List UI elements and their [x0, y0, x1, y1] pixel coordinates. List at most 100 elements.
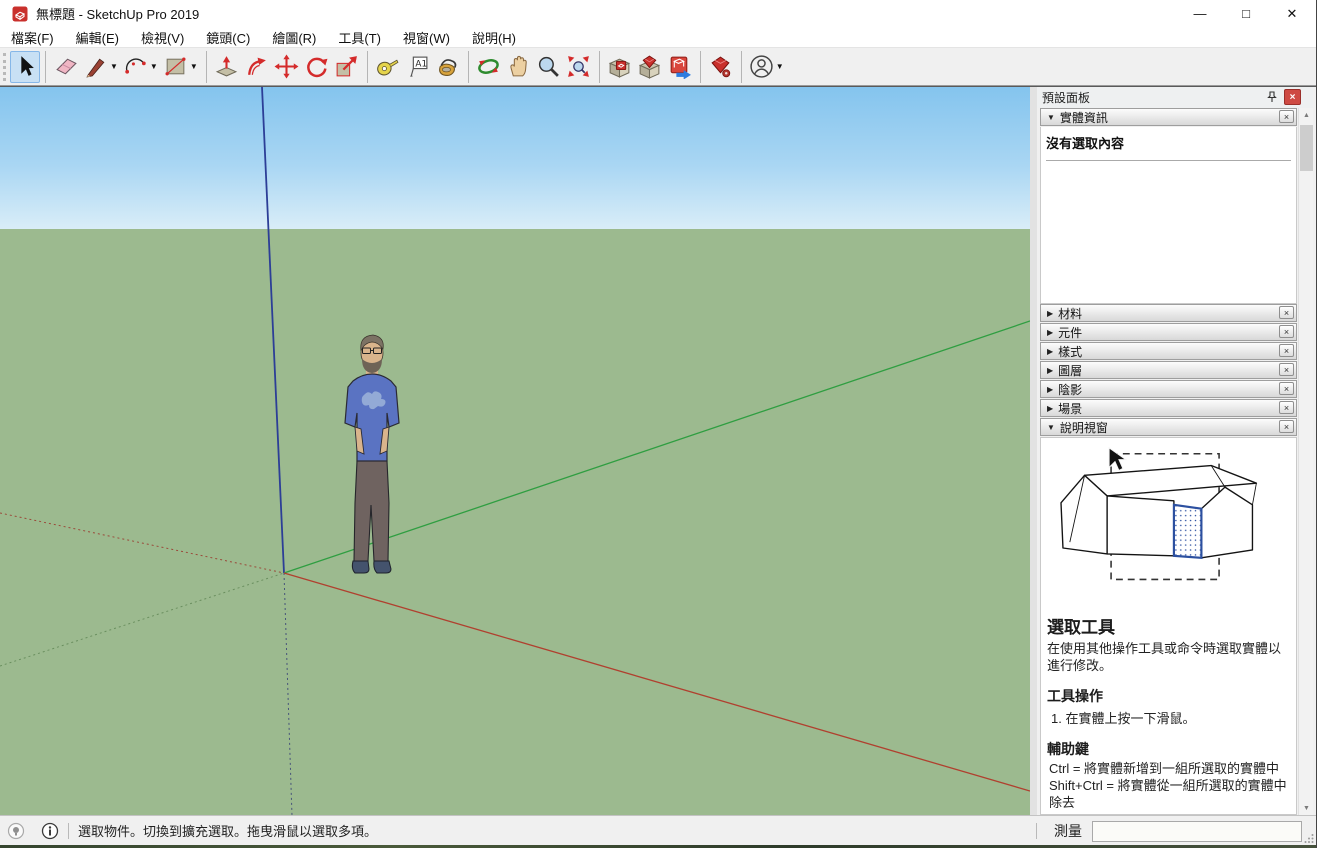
sketchup-window: 無標題 - SketchUp Pro 2019 — □ ✕ 檔案(F) 編輯(E… [0, 0, 1317, 848]
account-dropdown[interactable]: ▼ [776, 62, 784, 71]
section-layers[interactable]: ▶ 圖層 × [1040, 361, 1297, 379]
text-tool-button[interactable]: A1 [403, 51, 433, 83]
section-materials-label: 材料 [1058, 305, 1082, 322]
section-scenes-label: 場景 [1058, 400, 1082, 417]
scroll-up-icon[interactable]: ▲ [1299, 108, 1314, 123]
rectangle-tool-button[interactable] [161, 51, 191, 83]
3d-warehouse-button[interactable] [605, 51, 635, 83]
figure-left-shoe [352, 561, 369, 573]
3d-warehouse-icon [607, 54, 632, 79]
section-close-icon[interactable]: × [1279, 110, 1294, 123]
scale-tool-button[interactable] [332, 51, 362, 83]
eraser-tool-button[interactable] [51, 51, 81, 83]
section-close-icon[interactable]: × [1279, 363, 1294, 376]
toolbar-drag-handle[interactable] [3, 53, 6, 81]
zoom-extents-icon [566, 54, 591, 79]
tape-measure-tool-button[interactable] [373, 51, 403, 83]
zoom-extents-tool-button[interactable] [564, 51, 594, 83]
share-model-button[interactable] [665, 51, 695, 83]
select-cursor-icon [13, 54, 38, 79]
scroll-down-icon[interactable]: ▼ [1299, 801, 1314, 816]
section-components[interactable]: ▶ 元件 × [1040, 323, 1297, 341]
maximize-button[interactable]: □ [1223, 0, 1269, 27]
account-button[interactable] [747, 51, 777, 83]
tray-title: 預設面板 [1042, 89, 1090, 106]
section-close-icon[interactable]: × [1279, 325, 1294, 338]
resize-grip[interactable] [1304, 833, 1314, 843]
section-close-icon[interactable]: × [1279, 344, 1294, 357]
section-components-label: 元件 [1058, 324, 1082, 341]
instructor-modifiers-heading: 輔助鍵 [1047, 739, 1292, 759]
green-axis-negative [0, 573, 284, 666]
status-message: 選取物件。切換到擴充選取。拖曳滑鼠以選取多項。 [78, 821, 377, 840]
menu-edit[interactable]: 編輯(E) [65, 26, 130, 49]
menu-tools[interactable]: 工具(T) [327, 26, 392, 49]
move-tool-button[interactable] [272, 51, 302, 83]
menu-camera[interactable]: 鏡頭(C) [195, 26, 261, 49]
figure-right-shoe [374, 561, 391, 573]
close-button[interactable]: ✕ [1269, 0, 1315, 27]
modeling-viewport[interactable] [0, 86, 1030, 815]
zoom-tool-button[interactable] [534, 51, 564, 83]
section-instructor[interactable]: ▼ 說明視窗 × [1040, 418, 1297, 436]
window-title: 無標題 - SketchUp Pro 2019 [36, 4, 199, 23]
scrollbar-thumb[interactable] [1300, 125, 1313, 171]
section-styles[interactable]: ▶ 樣式 × [1040, 342, 1297, 360]
tray-close-button[interactable]: × [1284, 89, 1301, 105]
geolocation-icon[interactable] [7, 822, 25, 840]
paint-bucket-tool-button[interactable] [433, 51, 463, 83]
pushpull-icon [214, 54, 239, 79]
collapsed-arrow-icon: ▶ [1047, 347, 1053, 356]
extension-manager-button[interactable] [706, 51, 736, 83]
section-entity-info[interactable]: ▼ 實體資訊 × [1040, 108, 1297, 126]
rotate-tool-button[interactable] [302, 51, 332, 83]
line-tool-button[interactable] [81, 51, 111, 83]
instructor-modifier-ctrl: Ctrl = 將實體新增到一組所選取的實體中 [1049, 761, 1292, 778]
blue-axis [262, 87, 284, 573]
followme-tool-button[interactable] [242, 51, 272, 83]
section-close-icon[interactable]: × [1279, 401, 1294, 414]
menu-window[interactable]: 視窗(W) [392, 26, 461, 49]
paint-bucket-icon [435, 54, 460, 79]
extension-warehouse-button[interactable] [635, 51, 665, 83]
menu-view[interactable]: 檢視(V) [130, 26, 195, 49]
line-tool-dropdown[interactable]: ▼ [110, 62, 118, 71]
section-scenes[interactable]: ▶ 場景 × [1040, 399, 1297, 417]
tray-title-bar[interactable]: 預設面板 × [1037, 87, 1313, 108]
select-tool-button[interactable] [10, 51, 40, 83]
expanded-arrow-icon: ▼ [1047, 423, 1055, 432]
minimize-button[interactable]: — [1177, 0, 1223, 27]
section-close-icon[interactable]: × [1279, 306, 1294, 319]
eraser-icon [54, 54, 79, 79]
pencil-icon [84, 54, 109, 79]
pan-hand-icon [506, 54, 531, 79]
collapsed-arrow-icon: ▶ [1047, 404, 1053, 413]
instructor-body: 選取工具 在使用其他操作工具或命令時選取實體以進行修改。 工具操作 1. 在實體… [1040, 437, 1297, 815]
section-shadows[interactable]: ▶ 陰影 × [1040, 380, 1297, 398]
toolbar-separator [468, 51, 469, 83]
measurements-input[interactable] [1092, 821, 1302, 842]
menu-help[interactable]: 說明(H) [461, 26, 527, 49]
pushpull-tool-button[interactable] [212, 51, 242, 83]
entity-info-body: 沒有選取內容 [1040, 127, 1297, 304]
statusbar-separator [1036, 823, 1037, 839]
rectangle-tool-dropdown[interactable]: ▼ [190, 62, 198, 71]
followme-icon [244, 54, 269, 79]
info-icon[interactable] [41, 822, 59, 840]
measurements-label: 測量 [1054, 821, 1082, 841]
pin-icon[interactable] [1263, 89, 1280, 105]
pan-tool-button[interactable] [504, 51, 534, 83]
section-close-icon[interactable]: × [1279, 382, 1294, 395]
arc-tool-dropdown[interactable]: ▼ [150, 62, 158, 71]
section-instructor-label: 說明視窗 [1060, 419, 1108, 436]
extension-warehouse-icon [637, 54, 662, 79]
tray-scrollbar[interactable]: ▲ ▼ [1298, 108, 1313, 816]
menu-file[interactable]: 檔案(F) [0, 26, 65, 49]
arc-tool-button[interactable] [121, 51, 151, 83]
orbit-tool-button[interactable] [474, 51, 504, 83]
section-close-icon[interactable]: × [1279, 420, 1294, 433]
section-materials[interactable]: ▶ 材料 × [1040, 304, 1297, 322]
menu-draw[interactable]: 繪圖(R) [261, 26, 327, 49]
rectangle-icon [163, 54, 188, 79]
panel-divider[interactable] [1030, 86, 1037, 815]
